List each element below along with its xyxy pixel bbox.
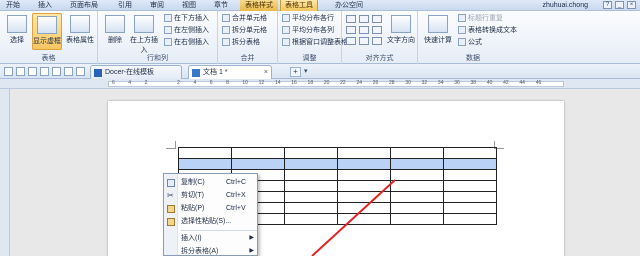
menu-item-split-table[interactable]: 拆分表格(A) ▶: [164, 245, 259, 256]
paste-shortcut: Ctrl+V: [226, 205, 246, 212]
paste-label: 粘贴(P): [181, 205, 205, 212]
submenu-arrow-icon: ▶: [249, 235, 254, 241]
cut-icon: ✂: [167, 191, 174, 200]
cut-shortcut: Ctrl+X: [226, 192, 246, 199]
menu-item-copy[interactable]: 复制(C) Ctrl+C: [164, 176, 259, 189]
menu-item-insert[interactable]: 插入(I) ▶: [164, 232, 259, 245]
menu-item-cut[interactable]: ✂ 剪切(T) Ctrl+X: [164, 189, 259, 202]
menu-separator: [181, 230, 257, 231]
annotation-line-graphic: [311, 179, 396, 256]
copy-label: 复制(C): [181, 179, 205, 186]
paste-icon: [167, 205, 175, 213]
menu-item-paste-special[interactable]: 选择性粘贴(S)...: [164, 215, 259, 228]
submenu-arrow-icon: ▶: [249, 248, 254, 254]
cut-label: 剪切(T): [181, 192, 204, 199]
paste-special-label: 选择性粘贴(S)...: [181, 218, 232, 225]
paste-special-icon: [167, 218, 175, 226]
insert-label: 插入(I): [181, 235, 202, 242]
split-table-menu-label: 拆分表格(A): [181, 248, 219, 255]
menu-item-paste[interactable]: 粘贴(P) Ctrl+V: [164, 202, 259, 215]
copy-icon: [167, 179, 175, 187]
context-menu: 复制(C) Ctrl+C ✂ 剪切(T) Ctrl+X 粘贴(P) Ctrl+V…: [163, 173, 258, 256]
annotation-line: [311, 179, 396, 256]
copy-shortcut: Ctrl+C: [226, 179, 247, 186]
